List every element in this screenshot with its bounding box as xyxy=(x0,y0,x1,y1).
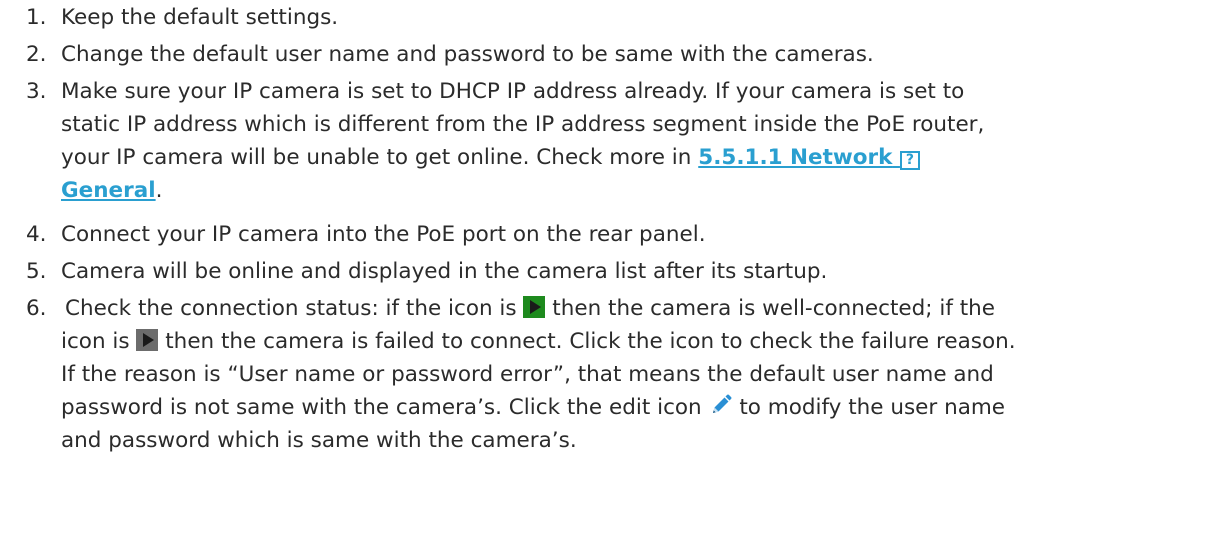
network-general-link-continued[interactable]: General xyxy=(61,178,156,203)
list-item: 5. Camera will be online and displayed i… xyxy=(0,255,1215,288)
list-item: 2. Change the default user name and pass… xyxy=(0,38,1215,71)
step-text-line: and password which is same with the came… xyxy=(61,428,577,453)
step-text-line: General. xyxy=(61,178,163,203)
step-number: 5. xyxy=(26,259,47,284)
list-item: 6. Check the connection status: if the i… xyxy=(0,292,1215,457)
green-play-icon xyxy=(523,296,546,318)
step-number: 1. xyxy=(26,5,47,30)
step-text-line: password is not same with the camera’s. … xyxy=(61,393,1006,420)
step-text: Keep the default settings. xyxy=(61,5,339,30)
step-text-line: static IP address which is different fro… xyxy=(61,112,985,137)
instruction-list: 1. Keep the default settings. 2. Change … xyxy=(0,0,1223,536)
pencil-icon xyxy=(709,393,733,417)
step-number: 2. xyxy=(26,42,47,67)
list-item: 4. Connect your IP camera into the PoE p… xyxy=(0,218,1215,251)
network-general-link[interactable]: 5.5.1.1 Network ? xyxy=(698,145,920,170)
step-text-line: If the reason is “User name or password … xyxy=(61,362,994,387)
step-text-line: Check the connection status: if the icon… xyxy=(65,296,996,321)
step-number: 4. xyxy=(26,222,47,247)
step-text-line: your IP camera will be unable to get onl… xyxy=(61,141,1215,174)
step-text-line: icon is then the camera is failed to con… xyxy=(61,329,1016,354)
step-number: 3. xyxy=(26,79,47,104)
list-item: 1. Keep the default settings. xyxy=(0,1,1215,34)
step-text: your IP camera will be unable to get onl… xyxy=(61,145,699,170)
step-text-line: Make sure your IP camera is set to DHCP … xyxy=(61,79,965,104)
gray-play-icon xyxy=(136,329,159,351)
list-item: 3. Make sure your IP camera is set to DH… xyxy=(0,75,1215,207)
step-number: 6. xyxy=(26,296,47,321)
step-text: Connect your IP camera into the PoE port… xyxy=(61,222,706,247)
step-text: Change the default user name and passwor… xyxy=(61,42,874,67)
unknown-symbol-icon: ? xyxy=(899,151,920,170)
step-text: Camera will be online and displayed in t… xyxy=(61,259,828,284)
